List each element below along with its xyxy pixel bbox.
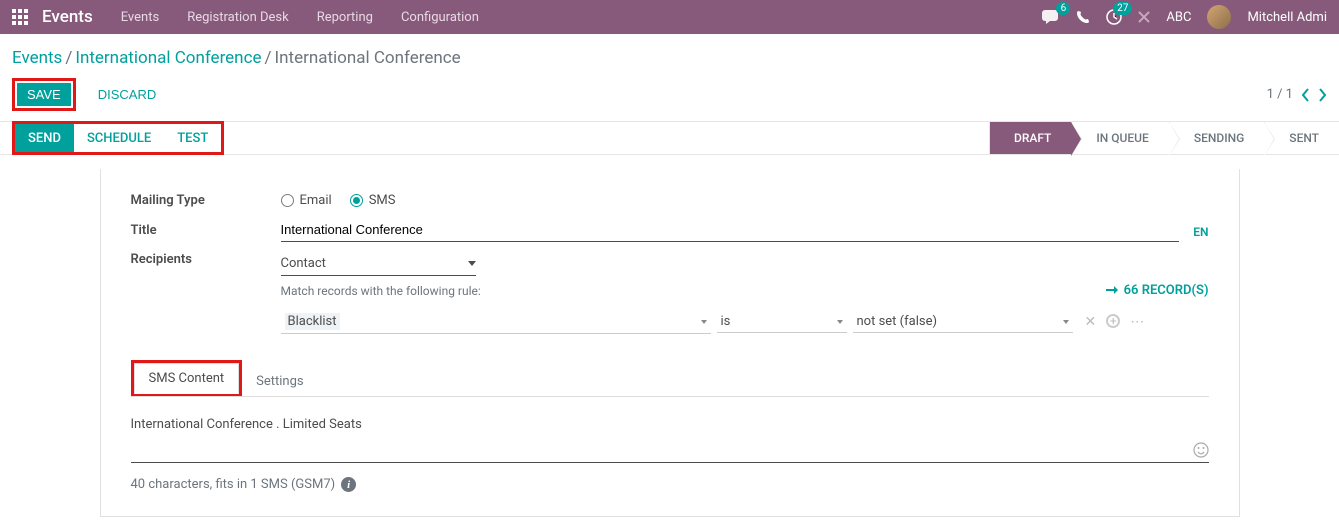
form-sheet: Mailing Type Email SMS Title EN Recipien… — [100, 169, 1240, 517]
send-button[interactable]: SEND — [15, 124, 74, 152]
save-button[interactable]: SAVE — [17, 83, 71, 106]
title-input[interactable] — [281, 218, 1180, 242]
menu-registration-desk[interactable]: Registration Desk — [187, 10, 289, 25]
discard-button[interactable]: DISCARD — [88, 83, 167, 106]
sms-content-highlight: SMS Content — [131, 360, 243, 396]
title-label: Title — [131, 223, 281, 238]
recipients-select[interactable]: Contact — [281, 252, 476, 276]
pager-next-icon[interactable] — [1318, 88, 1327, 102]
phone-icon[interactable] — [1076, 10, 1090, 24]
records-link[interactable]: 66 RECORD(S) — [1106, 283, 1209, 298]
pager-prev-icon[interactable] — [1301, 88, 1310, 102]
lang-tag[interactable]: EN — [1193, 225, 1208, 239]
stage-in-queue[interactable]: IN QUEUE — [1071, 122, 1168, 154]
test-button[interactable]: TEST — [164, 124, 221, 152]
sms-textarea[interactable]: International Conference . Limited Seats — [131, 413, 1209, 463]
filter-field-select[interactable]: Blacklist — [281, 310, 711, 334]
menu-configuration[interactable]: Configuration — [401, 10, 479, 25]
pager-text: 1 / 1 — [1267, 87, 1293, 102]
radio-email[interactable]: Email — [281, 193, 332, 208]
clock-icon[interactable]: 27 — [1106, 9, 1122, 25]
actions-row: SAVE DISCARD 1 / 1 — [0, 78, 1339, 121]
tab-settings[interactable]: Settings — [242, 367, 317, 396]
stage-draft[interactable]: DRAFT — [989, 122, 1071, 154]
arrow-right-icon — [1106, 285, 1118, 295]
save-highlight: SAVE — [12, 78, 76, 111]
tab-sms-content[interactable]: SMS Content — [134, 363, 240, 394]
status-stages: DRAFT IN QUEUE SENDING SENT — [989, 122, 1339, 154]
top-menu: Events Registration Desk Reporting Confi… — [121, 10, 1043, 25]
stage-sent[interactable]: SENT — [1264, 122, 1339, 154]
schedule-button[interactable]: SCHEDULE — [74, 124, 164, 152]
caret-down-icon — [701, 320, 707, 324]
close-x-icon[interactable] — [1138, 11, 1150, 23]
rule-text: Match records with the following rule: — [281, 284, 481, 298]
menu-events[interactable]: Events — [121, 10, 159, 25]
recipients-label: Recipients — [131, 252, 281, 267]
filter-row: Blacklist is not set (false) ✕ + ⋯ — [281, 310, 1209, 334]
app-brand[interactable]: Events — [42, 7, 93, 27]
status-bar: SEND SCHEDULE TEST DRAFT IN QUEUE SENDIN… — [0, 121, 1339, 155]
avatar[interactable] — [1207, 5, 1231, 29]
filter-add-icon[interactable]: + — [1106, 314, 1120, 328]
stage-sending[interactable]: SENDING — [1169, 122, 1264, 154]
breadcrumb-current: International Conference — [275, 48, 461, 68]
pager: 1 / 1 — [1267, 87, 1327, 102]
breadcrumb-parent[interactable]: International Conference — [75, 48, 261, 68]
breadcrumb-row: Events/International Conference/Internat… — [0, 34, 1339, 78]
apps-icon[interactable] — [12, 9, 28, 25]
filter-operator-select[interactable]: is — [717, 311, 847, 333]
tabs: SMS Content Settings — [131, 360, 1209, 397]
info-icon[interactable]: i — [341, 477, 356, 492]
filter-remove-icon[interactable]: ✕ — [1085, 314, 1097, 330]
breadcrumb: Events/International Conference/Internat… — [12, 48, 461, 68]
menu-reporting[interactable]: Reporting — [317, 10, 373, 25]
emoji-icon[interactable] — [1193, 442, 1209, 458]
clock-badge: 27 — [1113, 2, 1132, 15]
chat-icon[interactable]: 6 — [1042, 9, 1060, 25]
breadcrumb-root[interactable]: Events — [12, 48, 62, 68]
filter-more-icon[interactable]: ⋯ — [1130, 314, 1144, 330]
mailing-type-label: Mailing Type — [131, 193, 281, 208]
caret-down-icon — [1063, 320, 1069, 324]
caret-down-icon — [837, 320, 843, 324]
top-navbar: Events Events Registration Desk Reportin… — [0, 0, 1339, 34]
statusbar-actions-highlight: SEND SCHEDULE TEST — [12, 121, 224, 155]
company-name[interactable]: ABC — [1166, 10, 1191, 25]
user-name[interactable]: Mitchell Admi — [1247, 10, 1327, 25]
sms-meta: 40 characters, fits in 1 SMS (GSM7) i — [131, 477, 1209, 492]
sms-body: International Conference . Limited Seats… — [131, 397, 1209, 492]
filter-value-select[interactable]: not set (false) — [853, 311, 1073, 333]
radio-sms[interactable]: SMS — [350, 193, 396, 208]
topbar-right: 6 27 ABC Mitchell Admi — [1042, 5, 1327, 29]
chat-badge: 6 — [1056, 2, 1070, 15]
caret-down-icon — [468, 261, 476, 266]
